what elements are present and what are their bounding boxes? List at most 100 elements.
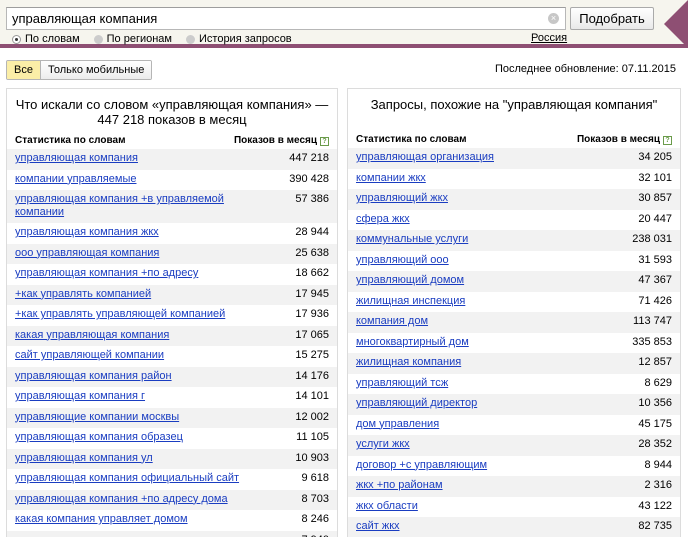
impressions-count: 17 065 [295, 328, 329, 341]
query-link[interactable]: какая управляющая компания [15, 329, 169, 343]
query-link[interactable]: управляющие компании москвы [15, 411, 179, 425]
table-row: управляющий тсж 8 629 [348, 374, 680, 395]
impressions-count: 8 246 [301, 513, 329, 525]
right-panel-title: Запросы, похожие на "управляющая компани… [370, 97, 658, 112]
query-link[interactable]: управляющая компания жкх [15, 226, 159, 240]
impressions-count: 14 101 [295, 390, 329, 402]
query-link[interactable]: коммунальные услуги [356, 233, 468, 247]
query-link[interactable]: жилищная компания [356, 356, 461, 370]
impressions-count: 25 638 [295, 246, 329, 259]
query-link[interactable]: управляющая компания +по адресу [15, 267, 198, 281]
impressions-count: 28 352 [638, 438, 672, 450]
mode-by-regions[interactable]: По регионам [93, 32, 172, 46]
impressions-count: 8 703 [301, 492, 329, 505]
clear-icon[interactable]: × [548, 13, 559, 24]
impressions-count: 71 426 [638, 294, 672, 307]
table-row: управляющая компания ул 10 903 [7, 448, 337, 469]
table-row: управляющая компания +по адресу 18 662 [7, 264, 337, 285]
impressions-count: 12 857 [638, 356, 672, 368]
query-link[interactable]: управляющая компания официальный сайт [15, 472, 239, 486]
query-link[interactable]: управляющая компания [15, 152, 138, 166]
query-link[interactable]: сайт управляющей компании [15, 349, 164, 363]
table-row: +как управлять компанией 17 945 [7, 284, 337, 305]
submit-button[interactable]: Подобрать [570, 7, 654, 30]
query-link[interactable]: управляющая компания +по адресу дома [15, 493, 228, 507]
impressions-count: 31 593 [638, 253, 672, 266]
right-table-body: управляющая организация 34 205 компании жк… [348, 148, 680, 537]
impressions-count: 17 936 [295, 308, 329, 320]
search-input[interactable] [7, 8, 537, 29]
impressions-count: 14 176 [295, 369, 329, 382]
last-updated: Последнее обновление: 07.11.2015 [494, 63, 676, 75]
impressions-count: 9 618 [301, 472, 329, 484]
col-query-header: Статистика по словам [356, 133, 467, 145]
query-link[interactable]: управляющая компания район [15, 370, 172, 384]
query-link[interactable]: договор +с управляющим [356, 459, 487, 473]
query-link[interactable]: жкх +по районам [356, 479, 443, 493]
query-link[interactable]: ооо управляющая компания [15, 247, 159, 261]
query-link[interactable]: управляющий ооо [356, 254, 449, 268]
query-link[interactable]: сайт жкх [356, 520, 400, 534]
help-icon[interactable]: ? [663, 135, 672, 145]
device-filter: Все Только мобильные [6, 60, 153, 80]
table-row: управляющий ооо 31 593 [348, 251, 680, 272]
table-row: управляющий жкх 30 857 [348, 189, 680, 210]
search-box: × [6, 7, 566, 30]
query-link[interactable]: управляющая организация [356, 151, 494, 165]
impressions-count: 47 367 [638, 274, 672, 286]
region-link[interactable]: Россия [531, 32, 567, 44]
impressions-count: 82 735 [638, 520, 672, 532]
query-link[interactable]: управляющая компания +в управляемой комп… [15, 193, 255, 219]
table-row: управляющая организация 34 205 [348, 148, 680, 169]
query-link[interactable]: управляющий тсж [356, 377, 448, 391]
table-row: сайт жкх 82 735 [348, 517, 680, 537]
table-row: управляющая компания г 14 101 [7, 387, 337, 408]
query-link[interactable]: многоквартирный дом [356, 336, 469, 350]
impressions-count: 17 945 [295, 287, 329, 300]
left-table-body: управляющая компания 447 218 компании упра… [7, 149, 337, 537]
query-link[interactable]: дом управления [356, 418, 439, 432]
filter-mobile-button[interactable]: Только мобильные [41, 61, 152, 79]
query-link[interactable]: +как управлять управляющей компанией [15, 308, 225, 322]
query-link[interactable]: управляющая компания образец [15, 431, 183, 445]
query-link[interactable]: жкх области [356, 500, 418, 514]
impressions-count: 43 122 [638, 499, 672, 512]
impressions-count: 57 386 [295, 193, 329, 205]
impressions-count: 45 175 [638, 417, 672, 430]
table-row: жилищная компания 12 857 [348, 353, 680, 374]
table-row: коммунальные услуги 238 031 [348, 230, 680, 251]
table-row: услуги жкх 28 352 [348, 435, 680, 456]
impressions-count: 7 940 [295, 534, 329, 537]
query-link[interactable]: управляющий жкх [356, 192, 448, 206]
impressions-count: 32 101 [638, 171, 672, 184]
table-row: управляющий директор 10 356 [348, 394, 680, 415]
impressions-count: 8 944 [644, 458, 672, 471]
table-row: 7 940 [7, 530, 337, 537]
table-row: жкх области 43 122 [348, 497, 680, 518]
query-link[interactable]: компании жкх [356, 172, 426, 186]
query-link[interactable]: управляющая компания ул [15, 452, 153, 466]
impressions-count: 28 944 [295, 226, 329, 238]
mode-by-words[interactable]: По словам [12, 32, 80, 46]
left-panel: Что искали со словом «управляющая компан… [6, 88, 338, 537]
filter-all-button[interactable]: Все [7, 61, 41, 79]
query-link[interactable]: сфера жкх [356, 213, 410, 227]
query-link[interactable]: жилищная инспекция [356, 295, 465, 309]
query-link[interactable]: компания дом [356, 315, 428, 329]
query-link[interactable]: какая компания управляет домом [15, 513, 188, 527]
impressions-count: 335 853 [632, 335, 672, 348]
query-link[interactable]: управляющий домом [356, 274, 464, 288]
right-panel: Запросы, похожие на "управляющая компани… [347, 88, 681, 537]
table-row: управляющая компания +в управляемой комп… [7, 190, 337, 223]
impressions-count: 447 218 [289, 152, 329, 164]
impressions-count: 2 316 [644, 479, 672, 491]
mode-history[interactable]: История запросов [186, 32, 292, 46]
mode-label: По словам [25, 33, 80, 45]
query-link[interactable]: услуги жкх [356, 438, 410, 452]
query-link[interactable]: компании управляемые [15, 173, 136, 187]
query-link[interactable]: +как управлять компанией [15, 288, 151, 302]
help-icon[interactable]: ? [320, 136, 329, 146]
impressions-count: 18 662 [295, 267, 329, 279]
query-link[interactable]: управляющий директор [356, 397, 477, 411]
query-link[interactable]: управляющая компания г [15, 390, 145, 404]
